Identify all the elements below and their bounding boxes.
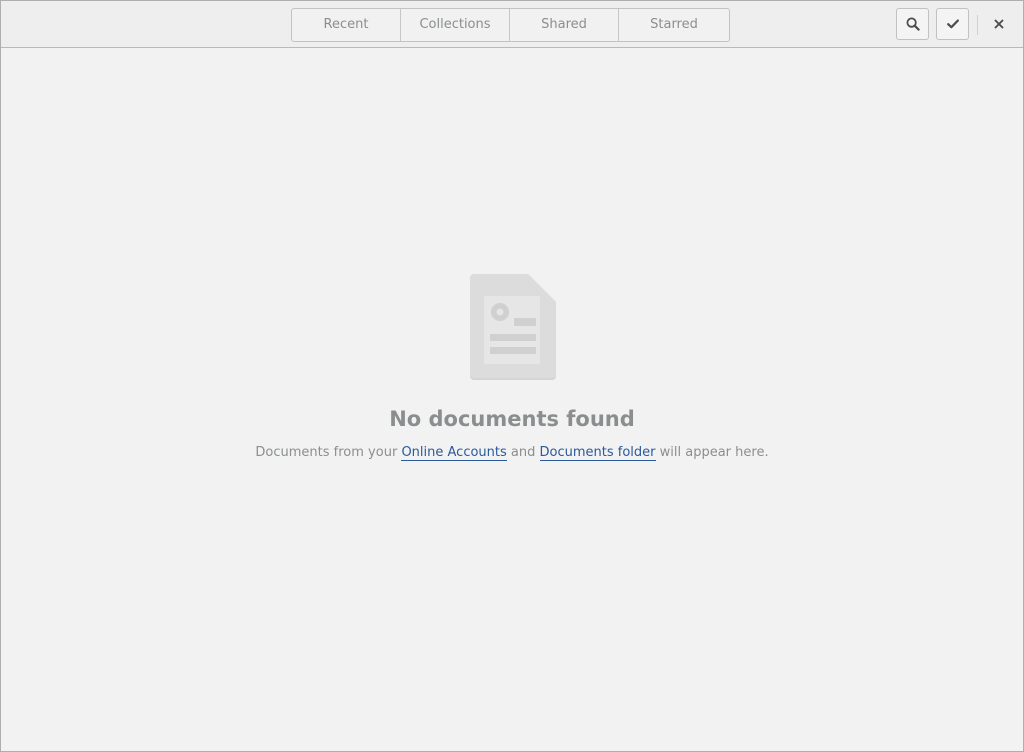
tab-collections[interactable]: Collections bbox=[401, 9, 510, 41]
view-switcher: Recent Collections Shared Starred bbox=[291, 8, 730, 42]
documents-window: Recent Collections Shared Starred No doc… bbox=[0, 0, 1024, 752]
tab-shared[interactable]: Shared bbox=[510, 9, 619, 41]
tab-starred[interactable]: Starred bbox=[619, 9, 729, 41]
checkmark-icon bbox=[946, 19, 959, 29]
search-button[interactable] bbox=[896, 8, 929, 40]
documents-folder-link[interactable]: Documents folder bbox=[539, 445, 656, 461]
empty-state-description: Documents from your Online Accounts and … bbox=[1, 445, 1023, 461]
empty-state: No documents found Documents from your O… bbox=[1, 48, 1023, 751]
online-accounts-link[interactable]: Online Accounts bbox=[401, 445, 507, 461]
search-icon bbox=[906, 17, 920, 31]
close-button[interactable] bbox=[988, 13, 1010, 35]
header-separator bbox=[977, 15, 978, 35]
document-icon bbox=[470, 274, 556, 380]
selection-mode-button[interactable] bbox=[936, 8, 969, 40]
desc-suffix: will appear here. bbox=[655, 445, 769, 460]
desc-and: and bbox=[506, 445, 540, 460]
close-icon bbox=[994, 19, 1004, 29]
header-bar: Recent Collections Shared Starred bbox=[1, 1, 1023, 48]
empty-state-title: No documents found bbox=[389, 407, 635, 431]
desc-prefix: Documents from your bbox=[255, 445, 402, 460]
tab-recent[interactable]: Recent bbox=[292, 9, 401, 41]
